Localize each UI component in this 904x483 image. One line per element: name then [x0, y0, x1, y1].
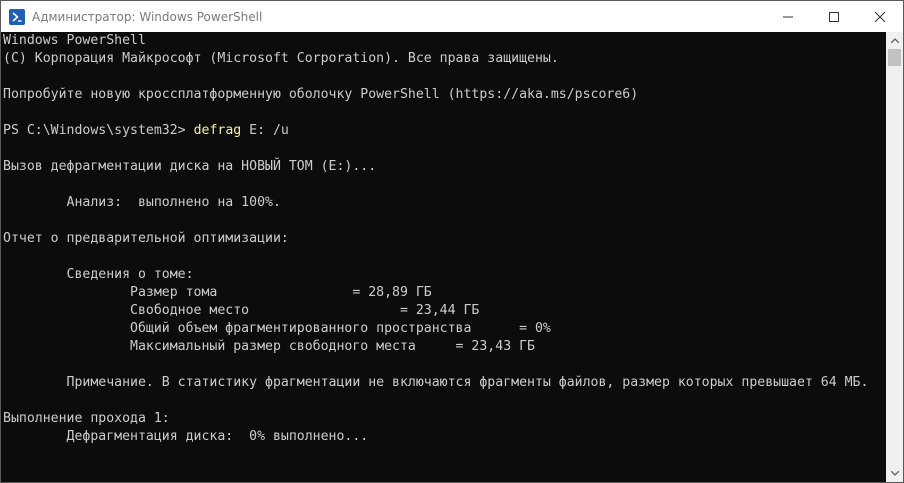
- powershell-icon: [9, 8, 25, 25]
- console-defrag-call: Вызов дефрагментации диска на НОВЫЙ ТОМ …: [3, 159, 377, 174]
- console-free-space: Свободное место = 23,44 ГБ: [3, 303, 480, 318]
- minimize-icon: [783, 16, 793, 17]
- scroll-up-button[interactable]: [886, 32, 903, 49]
- console-output[interactable]: Windows PowerShell (C) Корпорация Майкро…: [1, 32, 886, 482]
- console-command-args: E: /u: [241, 123, 289, 138]
- console-analysis-status: Анализ: выполнено на 100%.: [3, 195, 281, 210]
- minimize-button[interactable]: [765, 1, 811, 32]
- console-command-name: defrag: [193, 123, 242, 138]
- console-report-title: Отчет о предварительной оптимизации:: [3, 231, 289, 246]
- console-copyright: (C) Корпорация Майкрософт (Microsoft Cor…: [3, 51, 559, 66]
- console-command-line: PS C:\Windows\system32> defrag E: /u: [3, 122, 289, 140]
- console-max-free-space: Максимальный размер свободного места = 2…: [3, 339, 535, 354]
- vertical-scrollbar[interactable]: [886, 32, 903, 482]
- maximize-icon: [829, 11, 839, 22]
- console-header-title: Windows PowerShell: [3, 33, 146, 48]
- scrollbar-thumb[interactable]: [888, 49, 901, 66]
- window-title: Администратор: Windows PowerShell: [32, 9, 263, 24]
- close-button[interactable]: [857, 1, 903, 32]
- powershell-window: Администратор: Windows PowerShell Window…: [0, 0, 904, 483]
- close-icon: [875, 11, 885, 22]
- title-bar[interactable]: Администратор: Windows PowerShell: [1, 1, 903, 32]
- console-pscore-hint: Попробуйте новую кроссплатформенную обол…: [3, 87, 639, 102]
- console-pass-progress: Дефрагментация диска: 0% выполнено...: [3, 429, 369, 444]
- console-note: Примечание. В статистику фрагментации не…: [3, 375, 869, 390]
- console-volume-info-title: Сведения о томе:: [3, 267, 194, 282]
- console-fragmented-space: Общий объем фрагментированного пространс…: [3, 321, 551, 336]
- console-volume-size: Размер тома = 28,89 ГБ: [3, 285, 432, 300]
- window-controls: [765, 1, 903, 32]
- scroll-down-icon: [890, 471, 899, 476]
- console-prompt: PS C:\Windows\system32>: [3, 123, 194, 138]
- maximize-button[interactable]: [811, 1, 857, 32]
- console-pass-title: Выполнение прохода 1:: [3, 411, 170, 426]
- scroll-down-button[interactable]: [886, 465, 903, 482]
- scroll-up-icon: [890, 38, 899, 43]
